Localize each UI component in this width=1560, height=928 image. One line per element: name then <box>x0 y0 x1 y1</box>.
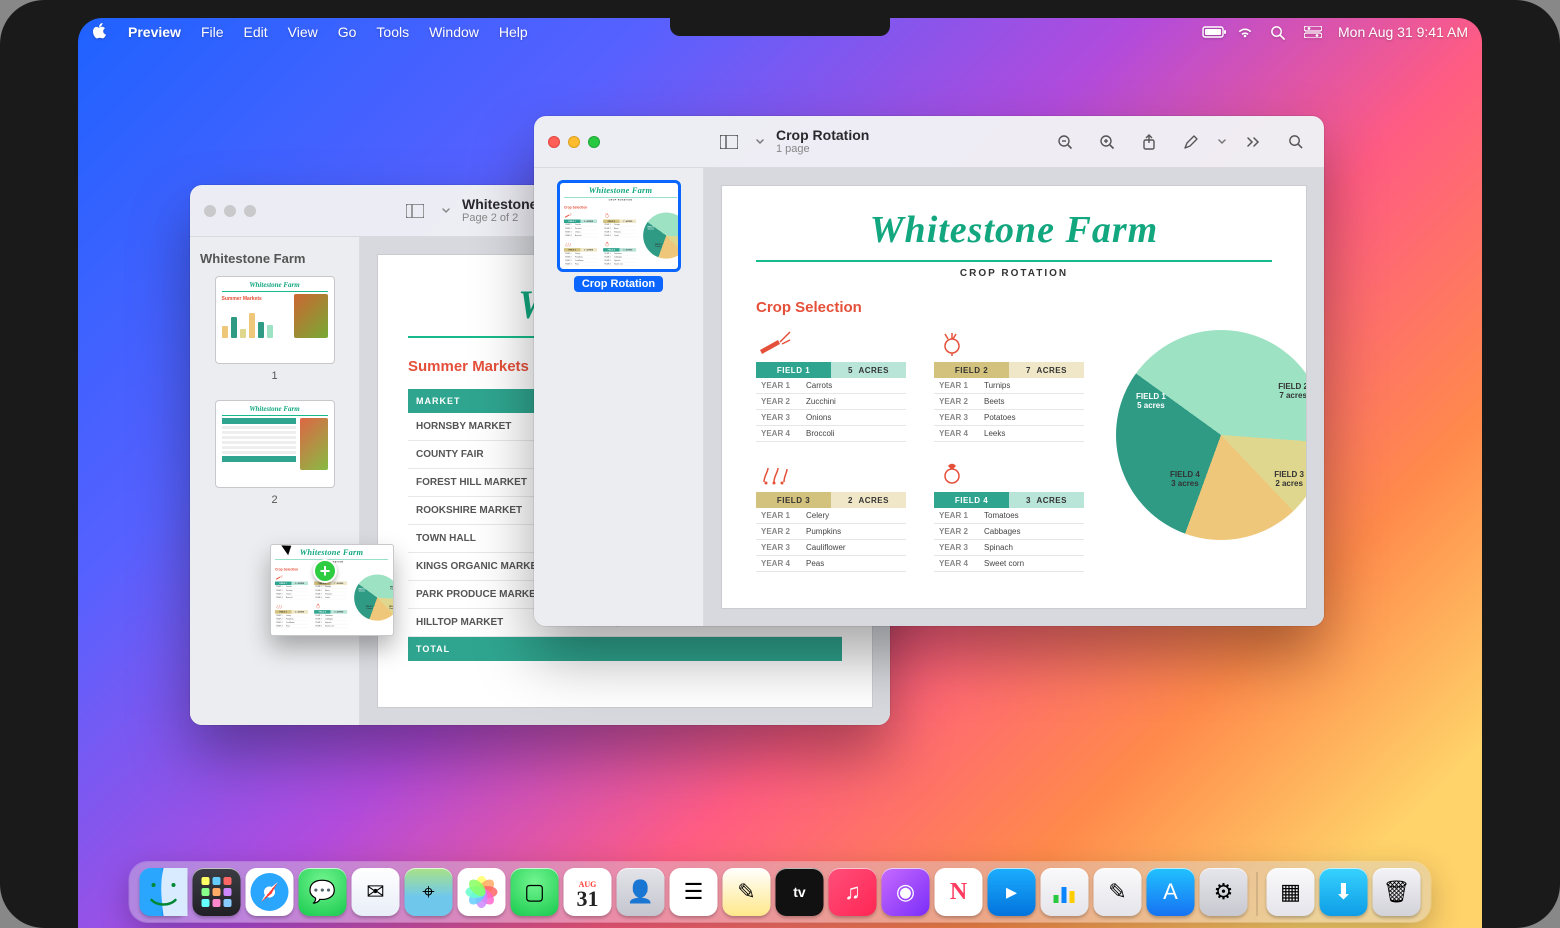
sidebar-doc-title: Whitestone Farm <box>200 251 349 266</box>
dock-app-mail[interactable]: ✉︎ <box>352 868 400 916</box>
thumbnail-1[interactable]: Whitestone Farm Summer Markets <box>200 276 349 382</box>
dock-app-trash[interactable]: 🗑 <box>1373 868 1421 916</box>
desktop: Preview File Edit View Go Tools Window H… <box>78 18 1482 928</box>
zoom-out-button[interactable] <box>1050 127 1080 157</box>
dock-app-downloads[interactable]: ⬇︎ <box>1320 868 1368 916</box>
dock-app-maps[interactable]: ⌖ <box>405 868 453 916</box>
thumbnails-sidebar[interactable]: Whitestone Farm Whitestone Farm Summer M… <box>190 237 360 725</box>
pie-chart: FIELD 15 acres FIELD 27 acres FIELD 32 a… <box>354 574 394 627</box>
field-block: FIELD 32 ACRES YEAR 1CeleryYEAR 2Pumpkin… <box>275 603 308 628</box>
page-content: Whitestone Farm CROP ROTATION Crop Selec… <box>722 186 1306 608</box>
traffic-lights[interactable] <box>548 136 600 148</box>
thumbnail-1[interactable]: Whitestone Farm CROP ROTATION Crop Selec… <box>544 182 693 292</box>
thumbnails-sidebar[interactable]: Whitestone Farm CROP ROTATION Crop Selec… <box>534 168 704 626</box>
dock-app-calendar[interactable]: AUG31 <box>564 868 612 916</box>
search-button[interactable] <box>1280 127 1310 157</box>
field-block: FIELD 43 ACRES YEAR 1TomatoesYEAR 2Cabba… <box>603 241 636 266</box>
menubar: Preview File Edit View Go Tools Window H… <box>78 18 1482 46</box>
thumbnail-2[interactable]: Whitestone Farm <box>200 400 349 506</box>
dock-app-reminders[interactable]: ☰ <box>670 868 718 916</box>
menu-edit[interactable]: Edit <box>244 24 268 40</box>
pie-chart: FIELD 15 acres FIELD 27 acres FIELD 32 a… <box>643 212 679 265</box>
apple-menu-icon[interactable] <box>92 23 108 42</box>
dock-app-podcasts[interactable]: ◉ <box>882 868 930 916</box>
dock-app-numbers[interactable] <box>1041 868 1089 916</box>
page-title: Whitestone Farm <box>563 186 676 196</box>
section-heading: Crop Selection <box>756 299 1272 316</box>
window-title: Crop Rotation <box>776 127 869 143</box>
dock-app-finder[interactable] <box>140 868 188 916</box>
page-viewport[interactable]: Whitestone Farm CROP ROTATION Crop Selec… <box>704 168 1324 626</box>
menu-help[interactable]: Help <box>499 24 528 40</box>
control-center-icon[interactable] <box>1304 25 1322 39</box>
field-block: FIELD 32 ACRES YEAR 1CeleryYEAR 2Pumpkin… <box>563 241 596 266</box>
field-block: FIELD 27 ACRES YEAR 1TurnipsYEAR 2BeetsY… <box>603 212 636 237</box>
field-block: FIELD 15 ACRES YEAR 1CarrotsYEAR 2Zucchi… <box>275 574 308 599</box>
zoom-in-button[interactable] <box>1092 127 1122 157</box>
page-title: Whitestone Farm <box>756 208 1272 252</box>
window-subtitle: 1 page <box>776 143 869 156</box>
dock-app-tv[interactable]: tv <box>776 868 824 916</box>
dock-app-pages[interactable]: ✎ <box>1094 868 1142 916</box>
share-button[interactable] <box>1134 127 1164 157</box>
veg-icon <box>603 241 612 247</box>
sidebar-toggle-button[interactable] <box>714 127 744 157</box>
sidebar-toggle-button[interactable] <box>400 196 430 226</box>
dock-app-facetime[interactable]: ▢ <box>511 868 559 916</box>
overflow-button[interactable] <box>1238 127 1268 157</box>
veg-icon <box>563 212 572 218</box>
section-heading: Crop Selection <box>563 206 676 210</box>
dock-app-contacts[interactable]: 👤 <box>617 868 665 916</box>
dock-app-news[interactable]: N <box>935 868 983 916</box>
menu-tools[interactable]: Tools <box>376 24 409 40</box>
battery-icon[interactable] <box>1202 25 1220 39</box>
dock-app-launchpad[interactable] <box>193 868 241 916</box>
veg-icon <box>563 241 572 247</box>
wifi-icon[interactable] <box>1236 25 1254 39</box>
field-block: FIELD 43 ACRES YEAR 1TomatoesYEAR 2Cabba… <box>934 460 1084 572</box>
veg-icon <box>275 574 284 580</box>
preview-window-crop-rotation[interactable]: Crop Rotation 1 page Whitestone Farm CRO… <box>534 116 1324 626</box>
markup-button[interactable] <box>1176 127 1206 157</box>
veg-icon <box>934 330 974 356</box>
dock-app-preview[interactable]: ▦ <box>1267 868 1315 916</box>
dock-app-notes[interactable]: ✎ <box>723 868 771 916</box>
dock[interactable]: 💬✉︎⌖▢AUG31👤☰✎tv♫◉N▸✎A⚙︎▦⬇︎🗑 <box>130 862 1431 922</box>
chevron-down-icon[interactable] <box>756 136 764 148</box>
veg-icon <box>603 212 612 218</box>
dock-app-photos[interactable] <box>458 868 506 916</box>
dock-app-messages[interactable]: 💬 <box>299 868 347 916</box>
app-name[interactable]: Preview <box>128 24 181 40</box>
field-block: FIELD 32 ACRES YEAR 1CeleryYEAR 2Pumpkin… <box>756 460 906 572</box>
plus-badge-icon: + <box>313 559 337 583</box>
dragged-thumbnail[interactable]: Whitestone Farm CROP ROTATION Crop Selec… <box>270 544 394 636</box>
menu-window[interactable]: Window <box>429 24 479 40</box>
pie-chart: FIELD 15 acres FIELD 27 acres FIELD 32 a… <box>1116 330 1306 572</box>
veg-icon <box>756 460 796 486</box>
dock-app-music[interactable]: ♫ <box>829 868 877 916</box>
veg-icon <box>314 603 323 609</box>
veg-icon <box>275 603 284 609</box>
menu-go[interactable]: Go <box>338 24 357 40</box>
menu-file[interactable]: File <box>201 24 224 40</box>
traffic-lights[interactable] <box>204 205 256 217</box>
dock-app-app-store[interactable]: A <box>1147 868 1195 916</box>
veg-icon <box>934 460 974 486</box>
veg-icon <box>756 330 796 356</box>
dock-app-system-preferences[interactable]: ⚙︎ <box>1200 868 1248 916</box>
field-block: FIELD 15 ACRES YEAR 1CarrotsYEAR 2Zucchi… <box>563 212 596 237</box>
spotlight-icon[interactable] <box>1270 25 1288 39</box>
dock-app-safari[interactable] <box>246 868 294 916</box>
menubar-clock[interactable]: Mon Aug 31 9:41 AM <box>1338 24 1468 40</box>
chevron-down-icon[interactable] <box>1218 136 1226 148</box>
chevron-down-icon[interactable] <box>442 205 450 217</box>
field-block: FIELD 27 ACRES YEAR 1TurnipsYEAR 2BeetsY… <box>934 330 1084 442</box>
field-block: FIELD 43 ACRES YEAR 1TomatoesYEAR 2Cabba… <box>314 603 347 628</box>
menu-view[interactable]: View <box>288 24 318 40</box>
field-block: FIELD 15 ACRES YEAR 1CarrotsYEAR 2Zucchi… <box>756 330 906 442</box>
dock-app-keynote[interactable]: ▸ <box>988 868 1036 916</box>
